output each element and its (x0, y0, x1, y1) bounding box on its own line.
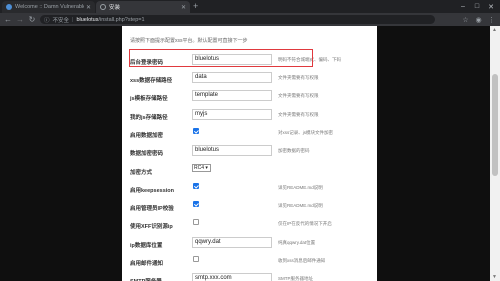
field-hint: 纯真qqwry.dat位置 (278, 240, 316, 245)
form-row: 启用数据加密 对xss记录、js模块文件加密 (122, 127, 377, 144)
info-icon[interactable]: ⓘ (44, 16, 50, 24)
field-hint: 文件夹需要有写权限 (278, 112, 319, 117)
field-hint: 加密数据的密码 (278, 148, 310, 153)
browser-toolbar: ← → ↻ ⓘ 不安全 | bluelotus /install.php?ste… (0, 13, 500, 26)
field-hint: 文件夹需要有写权限 (278, 93, 319, 98)
form-row: 使用XFF识别源ip 仅在IP在反代的情况下开启 (122, 218, 377, 235)
field-label: 使用XFF识别源ip (130, 224, 173, 230)
chevron-down-icon: ▾ (204, 165, 208, 171)
tab-bar: Welcome :: Damn Vulnerable ✕ 安装 ✕ + – □ … (0, 0, 500, 13)
url-host: bluelotus (76, 16, 99, 23)
field-label: 数据加密密码 (130, 151, 164, 157)
field-label: 启用邮件通知 (130, 261, 164, 267)
form-row: 启用管理员IP校验 详见README.md说明 (122, 200, 377, 217)
close-window-icon[interactable]: ✕ (484, 0, 498, 13)
field-label: xss数据存储路径 (130, 78, 173, 84)
text-input[interactable]: data (192, 72, 272, 83)
field-label: js模板存储路径 (130, 96, 168, 102)
text-input[interactable]: qqwry.dat (192, 237, 272, 248)
checkbox[interactable] (193, 128, 199, 134)
forward-arrow-icon[interactable]: → (14, 14, 26, 26)
security-label: 不安全 (52, 17, 70, 24)
tab-close-icon[interactable]: ✕ (181, 4, 186, 11)
scroll-down-icon[interactable]: ▼ (492, 274, 497, 280)
field-hint: 对xss记录、js模块文件加密 (278, 130, 333, 135)
bookmark-star-icon[interactable]: ☆ (461, 15, 470, 24)
field-label: 加密方式 (130, 170, 153, 176)
checkbox[interactable] (193, 219, 199, 225)
dvwa-favicon-icon (6, 4, 12, 10)
new-tab-icon[interactable]: + (193, 1, 198, 12)
text-input[interactable]: template (192, 90, 272, 101)
encryption-select[interactable]: RC4 ▾ (192, 164, 211, 172)
globe-icon (100, 4, 106, 10)
form-row: SMTP服务器 smtp.xxx.com SMTP服务器地址 (122, 273, 377, 281)
field-label: 我的js存储路径 (130, 115, 168, 121)
tab-close-icon[interactable]: ✕ (86, 4, 91, 11)
menu-dots-icon[interactable]: ⋮ (487, 15, 496, 24)
scrollbar-thumb[interactable] (492, 74, 498, 176)
form-row: 数据加密密码 bluelotus 加密数据的密码 (122, 145, 377, 162)
maximize-icon[interactable]: □ (470, 0, 484, 13)
minimize-icon[interactable]: – (456, 0, 470, 13)
field-label: 启用管理员IP校验 (130, 206, 174, 212)
address-bar[interactable]: ⓘ 不安全 | bluelotus /install.php?step=1 (40, 15, 435, 24)
text-input[interactable]: bluelotus (192, 145, 272, 156)
field-hint: 仅在IP在反代的情况下开启 (278, 221, 332, 226)
separator: | (72, 16, 74, 23)
field-label: SMTP服务器 (130, 277, 162, 281)
field-hint: 详见README.md说明 (278, 203, 323, 208)
field-hint: 详见README.md说明 (278, 185, 323, 190)
checkbox[interactable] (193, 201, 199, 207)
text-input[interactable]: myjs (192, 109, 272, 120)
field-label: 启用keepsession (130, 188, 175, 194)
form-row: xss数据存储路径 data 文件夹需要有写权限 (122, 72, 377, 89)
tab-title: Welcome :: Damn Vulnerable (15, 4, 84, 10)
reload-icon[interactable]: ↻ (26, 14, 38, 26)
form-row: 启用keepsession 详见README.md说明 (122, 182, 377, 199)
window-controls: – □ ✕ (456, 0, 498, 13)
field-hint: 文件夹需要有写权限 (278, 75, 319, 80)
field-label: ip数据库位置 (130, 243, 163, 249)
incognito-icon[interactable]: ◉ (474, 15, 483, 24)
checkbox[interactable] (193, 183, 199, 189)
scroll-up-icon[interactable]: ▲ (492, 27, 497, 33)
form-row: 加密方式 RC4 ▾ (122, 164, 377, 181)
intro-text: 请按照下面提示配置xss平台。默认配置可直接下一步 (130, 38, 248, 44)
form-row: js模板存储路径 template 文件夹需要有写权限 (122, 90, 377, 107)
form-row: 我的js存储路径 myjs 文件夹需要有写权限 (122, 109, 377, 126)
tab-title: 安装 (109, 5, 121, 11)
tab-install[interactable]: 安装 ✕ (96, 1, 190, 13)
form-row: ip数据库位置 qqwry.dat 纯真qqwry.dat位置 (122, 237, 377, 254)
field-hint: SMTP服务器地址 (278, 276, 313, 281)
checkbox[interactable] (193, 256, 199, 262)
form-row: 启用邮件通知 收到xss消息后邮件通知 (122, 255, 377, 272)
field-label: 启用数据加密 (130, 133, 164, 139)
password-highlight-box (129, 49, 313, 67)
field-hint: 收到xss消息后邮件通知 (278, 258, 326, 263)
url-path: /install.php?step=1 (98, 16, 145, 23)
tab-dvwa[interactable]: Welcome :: Damn Vulnerable ✕ (2, 1, 95, 13)
text-input[interactable]: smtp.xxx.com (192, 273, 272, 281)
select-value: RC4 (194, 165, 205, 171)
back-arrow-icon[interactable]: ← (2, 14, 14, 26)
scrollbar[interactable]: ▲ ▼ (490, 26, 500, 281)
